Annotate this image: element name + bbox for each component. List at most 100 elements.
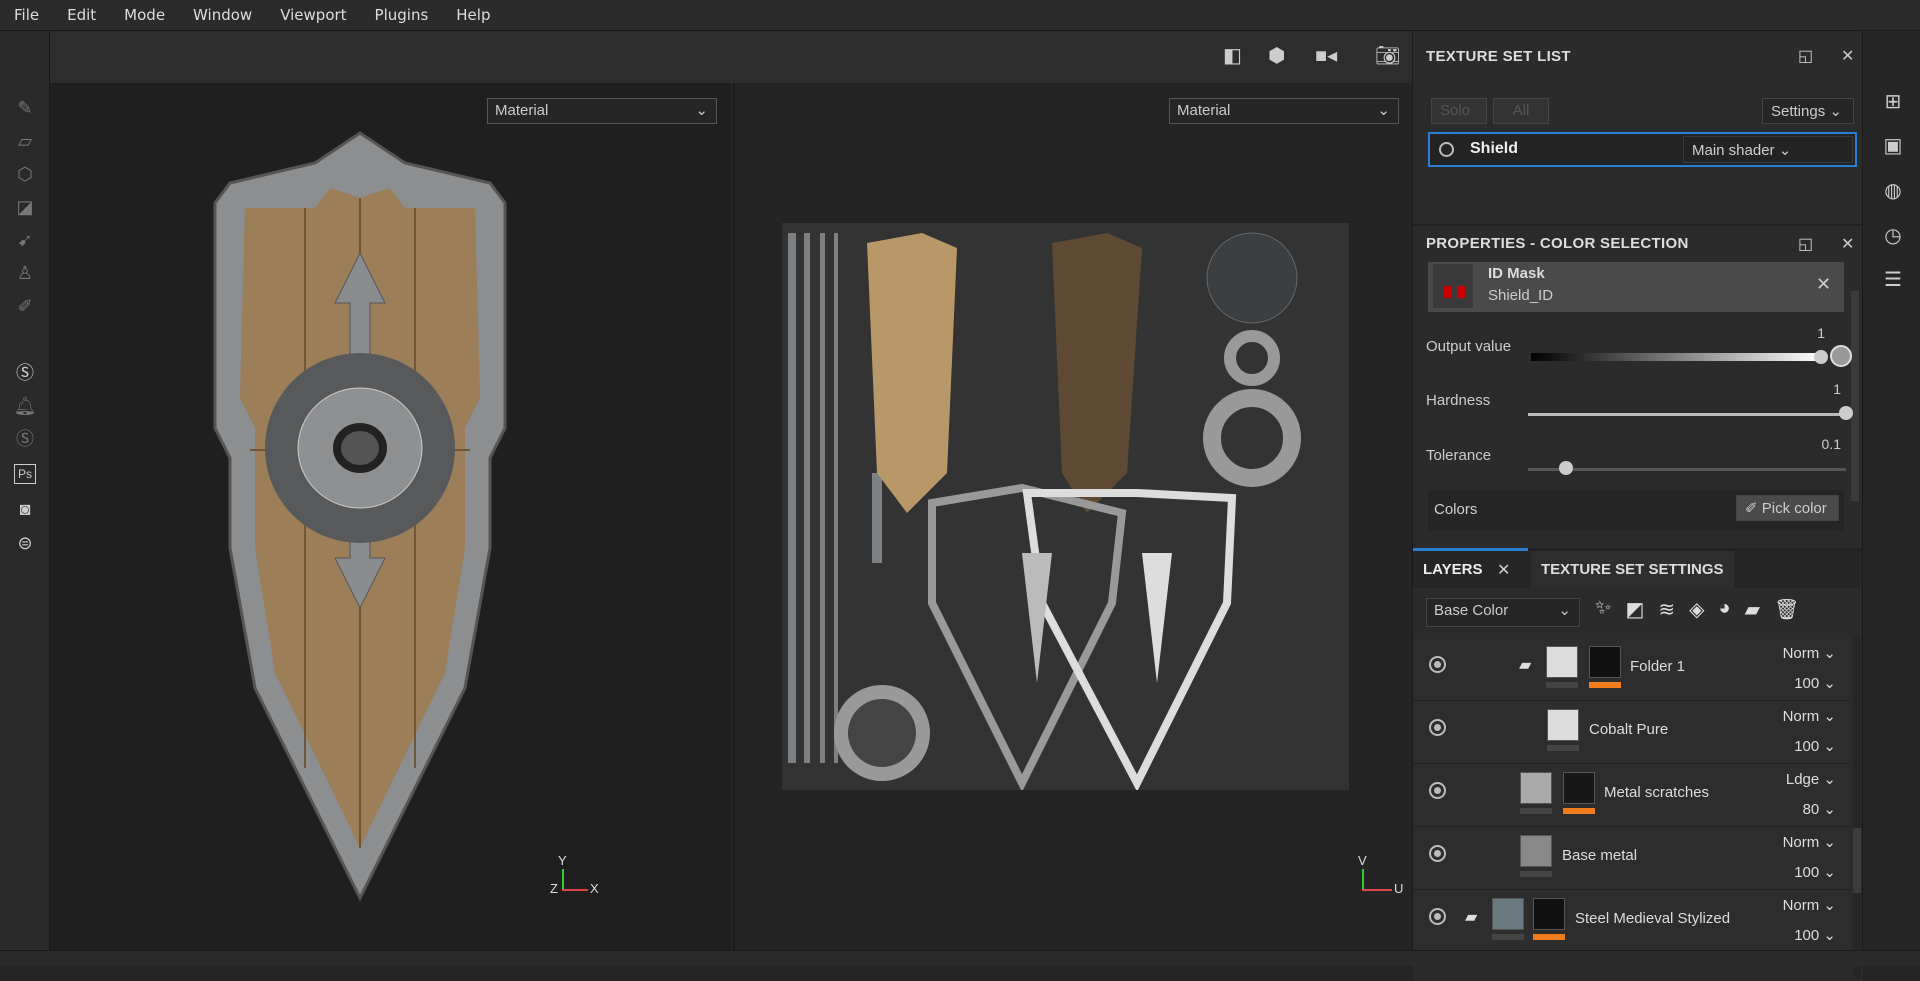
close-icon[interactable]: ✕ [1841, 234, 1855, 254]
visibility-icon[interactable] [1429, 845, 1446, 862]
folder-icon: ▰ [1465, 909, 1478, 926]
blend-mode-dropdown[interactable]: Norm ⌄ [1783, 896, 1836, 914]
hardness-readout[interactable]: 1 [1781, 381, 1841, 397]
delete-icon[interactable]: 🗑︎ [1774, 597, 1799, 622]
shader-settings-icon[interactable]: ◍ [1881, 178, 1905, 202]
layer-thumbnail [1546, 646, 1578, 678]
blend-mode-dropdown[interactable]: Norm ⌄ [1783, 644, 1836, 662]
mask-thumbnail[interactable] [1589, 646, 1621, 678]
layer-row[interactable]: Cobalt Pure Norm ⌄ 100 ⌄ [1413, 701, 1850, 764]
properties-header: PROPERTIES - COLOR SELECTION ◱ ✕ [1413, 224, 1863, 260]
texture-set-shield[interactable]: Shield Main shader ⌄ [1428, 132, 1857, 167]
menu-edit[interactable]: Edit [67, 6, 96, 24]
tolerance-knob[interactable] [1559, 461, 1574, 475]
texture-set-list-header: TEXTURE SET LIST ◱ ✕ [1413, 38, 1863, 74]
pick-color-button[interactable]: ✐ Pick color [1736, 495, 1839, 521]
photoshop-icon[interactable]: Ps [14, 464, 36, 484]
polygon-fill-icon[interactable]: ◪ [12, 195, 38, 219]
viewport-2d[interactable]: Material ⌄ V U [733, 83, 1412, 950]
substance-share-icon[interactable]: Ⓢ [12, 361, 38, 385]
tolerance-readout[interactable]: 0.1 [1781, 436, 1841, 452]
tab-texture-set-settings[interactable]: TEXTURE SET SETTINGS [1531, 551, 1734, 589]
visibility-icon[interactable] [1429, 908, 1446, 925]
mask-thumbnail[interactable] [1563, 772, 1595, 804]
opacity-dropdown[interactable]: 100 ⌄ [1794, 674, 1836, 692]
solo-button[interactable]: Solo [1431, 98, 1487, 124]
add-folder-icon[interactable]: ▰ [1745, 597, 1760, 622]
add-mask-icon[interactable]: ◩ [1625, 597, 1644, 622]
blend-mode-dropdown[interactable]: Norm ⌄ [1783, 833, 1836, 851]
properties-scrollbar[interactable] [1851, 291, 1859, 501]
add-layer-icon[interactable]: ≋ [1658, 597, 1675, 622]
menu-file[interactable]: File [14, 6, 39, 24]
settings-dropdown[interactable]: Settings ⌄ [1762, 98, 1854, 124]
output-value-readout[interactable]: 1 [1765, 325, 1825, 341]
add-mask-generator-icon[interactable]: ◕ [1719, 597, 1731, 622]
menu-window[interactable]: Window [193, 6, 252, 24]
color-picker-icon[interactable]: ✐ [12, 294, 38, 318]
tolerance-slider[interactable] [1528, 468, 1846, 471]
all-button[interactable]: All [1493, 98, 1549, 124]
remove-icon[interactable]: ✕ [1816, 274, 1831, 295]
clone-stamp-icon[interactable]: ♙ [12, 261, 38, 285]
blend-mode-dropdown[interactable]: Ldge ⌄ [1786, 770, 1836, 788]
channel-select[interactable]: Base Color ⌄ [1426, 598, 1580, 627]
id-mask-resource[interactable]: ID Mask Shield_ID ✕ [1428, 262, 1844, 312]
eraser-icon[interactable]: ▱ [12, 129, 38, 153]
color-mode-icon[interactable] [1830, 345, 1852, 367]
tab-layers[interactable]: LAYERS [1423, 561, 1482, 578]
menu-viewport[interactable]: Viewport [280, 6, 346, 24]
opacity-dropdown[interactable]: 100 ⌄ [1794, 863, 1836, 881]
output-value-knob[interactable] [1814, 350, 1828, 364]
substance-source-icon[interactable]: Ⓢ [12, 427, 38, 451]
screenshot-icon[interactable]: 📷︎ [1375, 43, 1400, 68]
smudge-icon[interactable]: ➹ [12, 228, 38, 252]
viewport-3d[interactable]: Material ⌄ Y Z X [50, 83, 731, 950]
sync-icon[interactable]: ◙ [12, 497, 38, 521]
visibility-icon[interactable] [1429, 719, 1446, 736]
display-settings-icon[interactable]: ▣ [1881, 133, 1905, 157]
undock-icon[interactable]: ◱ [1798, 234, 1813, 254]
notification-icon[interactable]: 🔔︎ [12, 394, 38, 418]
substance-icon[interactable]: ⊜ [12, 531, 38, 555]
paint-brush-icon[interactable]: ✎ [12, 96, 38, 120]
cube-display-icon[interactable]: ⬢ [1268, 43, 1285, 68]
layer-row[interactable]: Base metal Norm ⌄ 100 ⌄ [1413, 827, 1850, 890]
mask-source: Shield_ID [1488, 287, 1554, 304]
undock-icon[interactable]: ◱ [1798, 46, 1813, 66]
menu-mode[interactable]: Mode [124, 6, 165, 24]
viewport-2d-channel-select[interactable]: Material ⌄ [1169, 98, 1399, 124]
opacity-dropdown[interactable]: 100 ⌄ [1794, 737, 1836, 755]
opacity-dropdown[interactable]: 80 ⌄ [1803, 800, 1836, 818]
texture-set-radio[interactable] [1439, 142, 1454, 157]
layer-row[interactable]: ▰ Folder 1 Norm ⌄ 100 ⌄ [1413, 638, 1850, 701]
layer-thumbnail [1520, 772, 1552, 804]
viewport-3d-channel-select[interactable]: Material ⌄ [487, 98, 717, 124]
split-view-icon[interactable]: ◧ [1223, 43, 1242, 68]
layout-grid-icon[interactable]: ⊞ [1881, 89, 1905, 113]
menu-help[interactable]: Help [456, 6, 490, 24]
log-icon[interactable]: ☰ [1881, 267, 1905, 291]
hardness-slider[interactable] [1528, 413, 1846, 416]
opacity-dropdown[interactable]: 100 ⌄ [1794, 926, 1836, 944]
camera-icon[interactable]: ■◂ [1315, 43, 1337, 68]
blend-mode-dropdown[interactable]: Norm ⌄ [1783, 707, 1836, 725]
add-fill-layer-icon[interactable]: ◈ [1689, 597, 1704, 622]
layers-scrollbar[interactable] [1853, 638, 1861, 978]
close-icon[interactable]: ✕ [1841, 46, 1855, 66]
visibility-icon[interactable] [1429, 782, 1446, 799]
hardness-knob[interactable] [1839, 406, 1853, 420]
menu-plugins[interactable]: Plugins [375, 6, 429, 24]
output-value-slider[interactable] [1531, 353, 1821, 361]
projection-icon[interactable]: ⬡ [12, 162, 38, 186]
visibility-icon[interactable] [1429, 656, 1446, 673]
close-icon[interactable]: ✕ [1497, 560, 1510, 580]
layer-thumbnail [1547, 709, 1579, 741]
mask-thumbnail[interactable] [1533, 898, 1565, 930]
layer-row[interactable]: Metal scratches Ldge ⌄ 80 ⌄ [1413, 764, 1850, 827]
history-icon[interactable]: ◷ [1881, 223, 1905, 247]
layer-row[interactable]: ▰ Steel Medieval Stylized Norm ⌄ 100 ⌄ [1413, 890, 1850, 953]
shader-dropdown[interactable]: Main shader ⌄ [1683, 136, 1853, 163]
layer-stack: ▰ Folder 1 Norm ⌄ 100 ⌄ Cobalt Pure Norm… [1413, 638, 1863, 981]
add-effect-icon[interactable]: ✨︎ [1595, 597, 1611, 622]
